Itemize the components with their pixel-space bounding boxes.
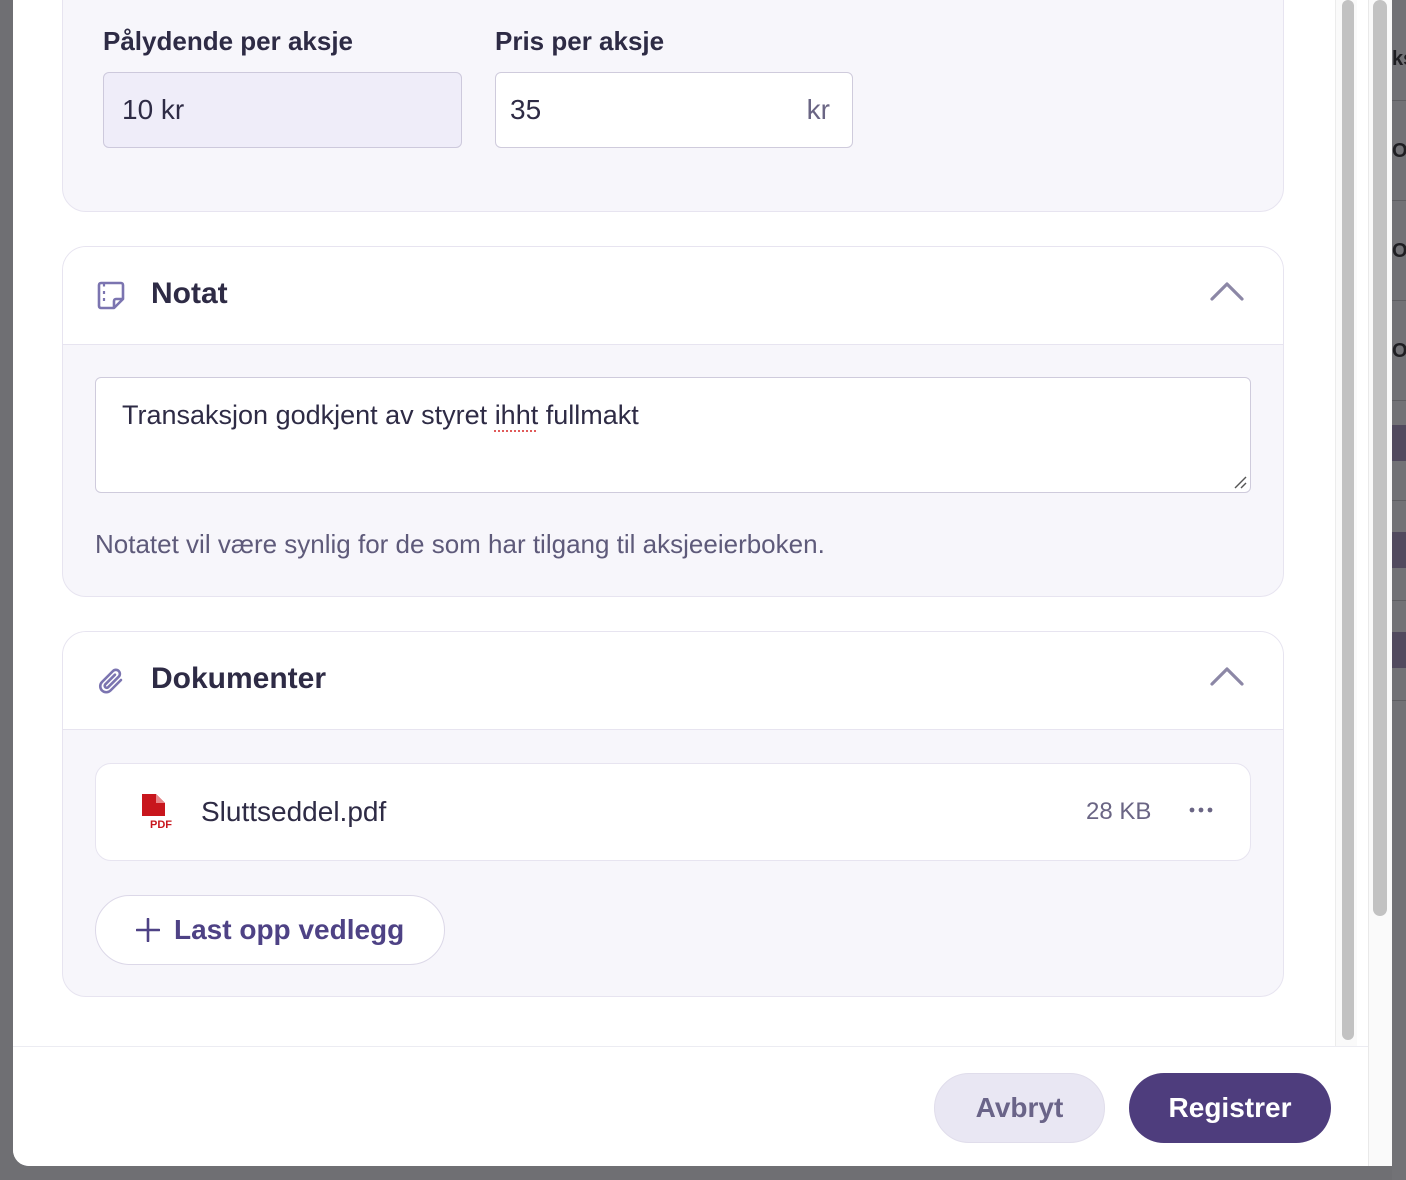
svg-text:PDF: PDF <box>150 819 172 830</box>
upload-attachment-label: Last opp vedlegg <box>174 914 405 945</box>
document-filename: Sluttseddel.pdf <box>201 796 387 827</box>
note-helper-text: Notatet vil være synlig for de som har t… <box>95 529 825 559</box>
pdf-file-icon: PDF <box>142 794 172 830</box>
modal-footer: Avbryt Registrer <box>13 1046 1368 1166</box>
note-card: Notat Transaksjon godkjent av styret ihh… <box>62 246 1284 597</box>
chevron-up-icon[interactable] <box>1209 279 1245 303</box>
plus-icon <box>136 918 160 942</box>
cancel-button[interactable]: Avbryt <box>934 1073 1105 1143</box>
outer-scrollbar-thumb[interactable] <box>1373 0 1387 916</box>
register-transaction-modal: Pålydende per aksje 10 kr Pris per aksje… <box>13 0 1392 1166</box>
nominal-value-field: 10 kr <box>103 72 462 148</box>
price-per-share-input[interactable]: 35 kr <box>495 72 853 148</box>
more-options-icon[interactable] <box>1188 800 1214 820</box>
note-card-title: Notat <box>151 277 228 310</box>
currency-suffix: kr <box>806 94 830 125</box>
note-text-end: fullmakt <box>538 400 639 430</box>
outer-scrollbar[interactable] <box>1368 0 1392 1166</box>
document-filesize: 28 KB <box>1086 798 1152 825</box>
background-text: ks <box>1392 48 1406 70</box>
nominal-value-label: Pålydende per aksje <box>103 26 354 56</box>
chevron-up-icon[interactable] <box>1209 664 1245 688</box>
price-per-share-value: 35 <box>510 94 542 125</box>
note-icon <box>97 281 125 310</box>
upload-attachment-button[interactable]: Last opp vedlegg <box>95 895 445 965</box>
background-text: Or <box>1392 140 1406 162</box>
inner-scrollbar[interactable] <box>1335 0 1357 1046</box>
resize-handle-icon[interactable] <box>1233 475 1247 489</box>
background-text: Or <box>1392 240 1406 262</box>
price-per-share-label: Pris per aksje <box>495 26 665 56</box>
background-app: ks Or Or Or <box>1392 0 1406 1180</box>
documents-card-header[interactable]: Dokumenter <box>63 632 1283 730</box>
note-text-misspelled: ihht <box>494 400 539 430</box>
background-text: Or <box>1392 340 1406 362</box>
nominal-value-text: 10 kr <box>122 94 185 125</box>
note-card-header[interactable]: Notat <box>63 247 1283 345</box>
price-card: Pålydende per aksje 10 kr Pris per aksje… <box>62 0 1284 212</box>
note-text-start: Transaksjon godkjent av styret <box>122 400 495 430</box>
modal-scroll-body: Pålydende per aksje 10 kr Pris per aksje… <box>13 0 1335 1046</box>
inner-scrollbar-thumb[interactable] <box>1342 0 1354 1040</box>
note-textarea[interactable]: Transaksjon godkjent av styret ihht full… <box>95 377 1251 493</box>
documents-card: Dokumenter PDF Sluttseddel.pdf 28 KB Las… <box>62 631 1284 997</box>
register-button[interactable]: Registrer <box>1129 1073 1331 1143</box>
document-row[interactable]: PDF Sluttseddel.pdf 28 KB <box>95 763 1251 861</box>
paperclip-icon <box>99 668 123 694</box>
documents-card-title: Dokumenter <box>151 662 327 695</box>
